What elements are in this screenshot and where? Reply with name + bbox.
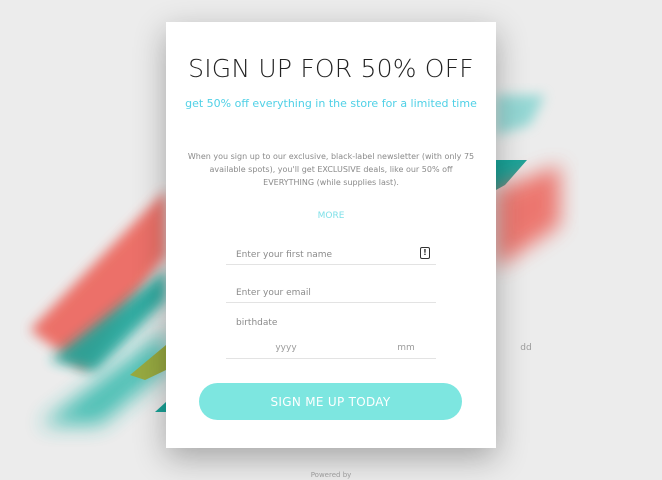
teal-stripe-left-3 <box>155 402 166 412</box>
birthdate-label: birthdate <box>236 318 278 328</box>
sign-up-button[interactable]: SIGN ME UP TODAY <box>199 383 462 420</box>
email-input[interactable] <box>226 282 436 304</box>
first-name-input[interactable] <box>226 244 436 266</box>
birth-day-input[interactable] <box>466 338 586 358</box>
signup-description: When you sign up to our exclusive, black… <box>187 152 475 187</box>
powered-by-text: Powered by <box>310 471 352 479</box>
signup-title: SIGN UP FOR 50% OFF <box>188 54 474 83</box>
signup-subtitle: get 50% off everything in the store for … <box>185 97 477 110</box>
birthdate-fields <box>226 338 586 359</box>
page-stage: SIGN UP FOR 50% OFF get 50% off everythi… <box>0 0 662 480</box>
birth-month-input[interactable] <box>346 338 466 358</box>
first-name-field: ! <box>226 242 436 266</box>
alert-icon: ! <box>420 247 430 259</box>
birth-year-input[interactable] <box>226 338 346 358</box>
teal-stripe-right-1 <box>496 95 545 135</box>
more-link[interactable]: MORE <box>166 211 496 221</box>
email-field <box>226 280 436 304</box>
signup-card: SIGN UP FOR 50% OFF get 50% off everythi… <box>166 22 586 448</box>
